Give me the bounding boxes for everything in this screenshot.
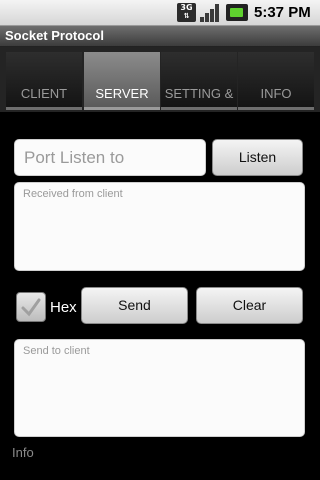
signal-icon (200, 3, 222, 22)
tab-server[interactable]: SERVER (84, 52, 160, 110)
tab-setting-label: SETTING & (164, 86, 234, 101)
tab-info[interactable]: INFO (238, 52, 314, 110)
received-from-client-area[interactable]: Received from client (14, 182, 305, 271)
hex-checkbox[interactable] (16, 292, 46, 322)
send-placeholder: Send to client (23, 345, 90, 357)
received-placeholder: Received from client (23, 188, 123, 200)
clear-button[interactable]: Clear (196, 287, 303, 324)
tab-server-label: SERVER (95, 86, 149, 101)
network-type-label: 3G (180, 3, 193, 12)
tab-client-label: CLIENT (20, 86, 68, 101)
tab-client[interactable]: CLIENT (6, 52, 82, 110)
listen-button[interactable]: Listen (212, 139, 303, 176)
send-to-client-area[interactable]: Send to client (14, 339, 305, 437)
hex-label: Hex (50, 299, 77, 316)
status-bar: 3G ⇅ 5:37 PM (0, 0, 320, 26)
tab-setting[interactable]: SETTING & (161, 52, 237, 110)
port-input-placeholder: Port Listen to (24, 148, 125, 167)
info-label: Info (12, 445, 34, 460)
app-title-bar: Socket Protocol (0, 26, 320, 47)
tab-bar: CLIENT SERVER SETTING & INFO (0, 47, 320, 112)
check-icon (21, 298, 41, 317)
3g-icon: 3G ⇅ (177, 3, 196, 22)
app-title: Socket Protocol (5, 28, 104, 43)
port-input[interactable]: Port Listen to (14, 139, 206, 176)
tab-info-label: INFO (260, 86, 292, 101)
battery-icon (226, 4, 248, 21)
clock: 5:37 PM (254, 4, 311, 21)
send-button[interactable]: Send (81, 287, 188, 324)
